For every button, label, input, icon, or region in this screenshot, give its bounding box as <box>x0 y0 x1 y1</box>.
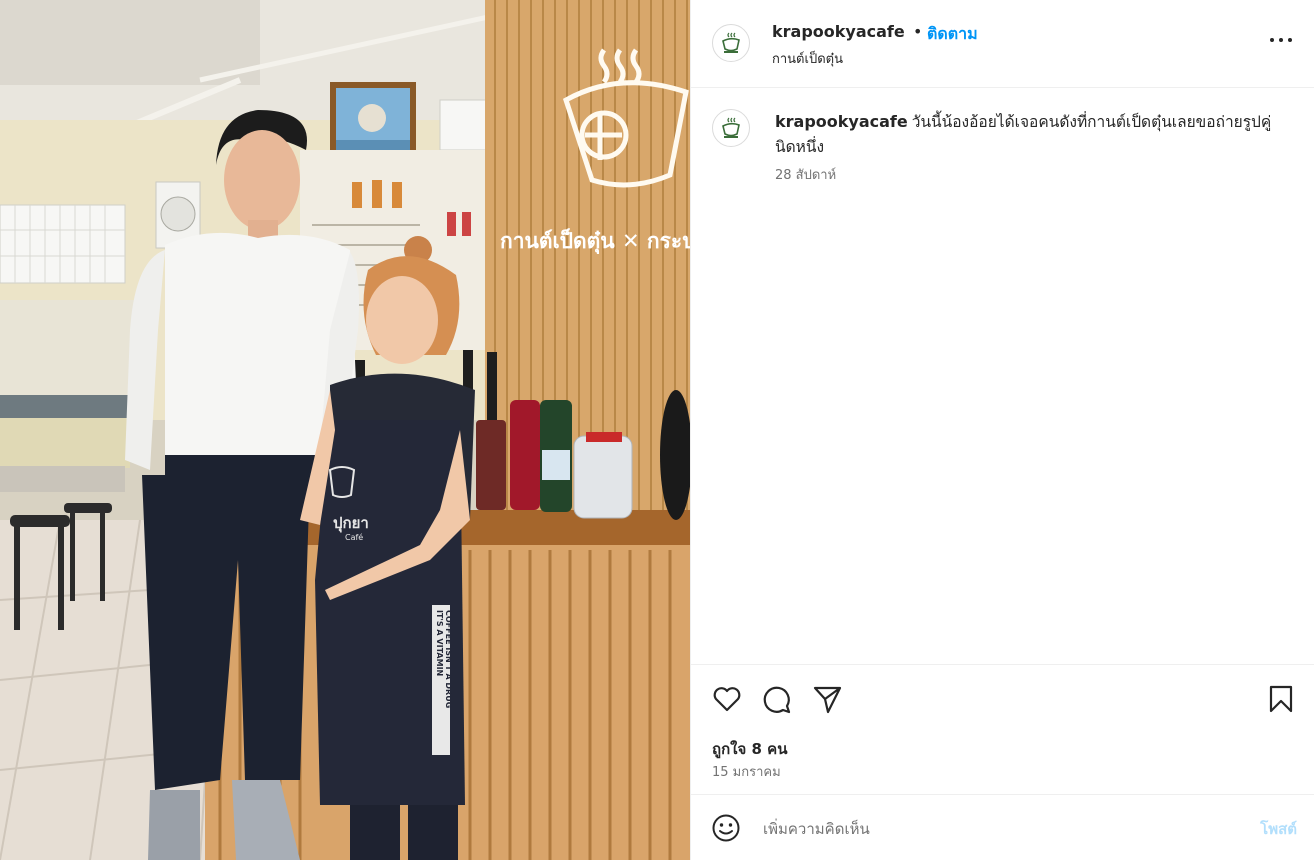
share-icon[interactable] <box>811 683 843 715</box>
caption: krapookyacafe วันนี้น้องอ้อยได้เจอคนดังที… <box>775 109 1285 160</box>
comment-input[interactable] <box>761 813 1235 845</box>
comment-icon[interactable] <box>761 683 793 715</box>
post-comment-button[interactable]: โพสต์ <box>1260 817 1297 841</box>
cafe-logo-icon <box>722 117 740 138</box>
post-header: krapookyacafe • ติดตาม กานต์เป็ดตุ๋น <box>691 0 1314 88</box>
bookmark-icon[interactable] <box>1265 683 1297 715</box>
post-date[interactable]: 15 มกราคม <box>712 761 781 782</box>
apron-strap-text-2: IT'S A VITAMIN <box>435 610 444 676</box>
separator-dot: • <box>913 22 923 41</box>
more-options-icon[interactable] <box>1269 28 1293 52</box>
comment-bar: โพสต์ <box>691 795 1314 860</box>
likes-count[interactable]: ถูกใจ 8 คน <box>712 737 787 761</box>
caption-username[interactable]: krapookyacafe <box>775 112 908 131</box>
wall-sign-text: กานต์เป็ดตุ๋น ✕ กระปุก <box>500 227 690 255</box>
cafe-logo-icon <box>722 32 740 53</box>
caption-avatar[interactable] <box>712 109 750 147</box>
post-details-panel: krapookyacafe • ติดตาม กานต์เป็ดตุ๋น kra… <box>690 0 1314 860</box>
action-bar: ถูกใจ 8 คน 15 มกราคม <box>691 665 1314 795</box>
apron-sub-text: Café <box>345 532 363 542</box>
caption-time[interactable]: 28 สัปดาห์ <box>775 164 836 185</box>
post-photo-illustration: กานต์เป็ดตุ๋น ✕ กระปุก COFFEE ISN'T A DR… <box>0 0 690 860</box>
caption-section: krapookyacafe วันนี้น้องอ้อยได้เจอคนดังที… <box>691 88 1314 665</box>
username-link[interactable]: krapookyacafe <box>772 22 905 41</box>
apron-strap-text-1: COFFEE ISN'T A DRUG <box>444 610 453 708</box>
avatar[interactable] <box>712 24 750 62</box>
post-photo[interactable]: กานต์เป็ดตุ๋น ✕ กระปุก COFFEE ISN'T A DR… <box>0 0 690 860</box>
emoji-icon[interactable] <box>711 813 741 843</box>
follow-button[interactable]: ติดตาม <box>927 22 978 47</box>
apron-brand-text: ปุกยา <box>333 514 369 533</box>
location-link[interactable]: กานต์เป็ดตุ๋น <box>772 48 843 69</box>
heart-icon[interactable] <box>711 683 743 715</box>
